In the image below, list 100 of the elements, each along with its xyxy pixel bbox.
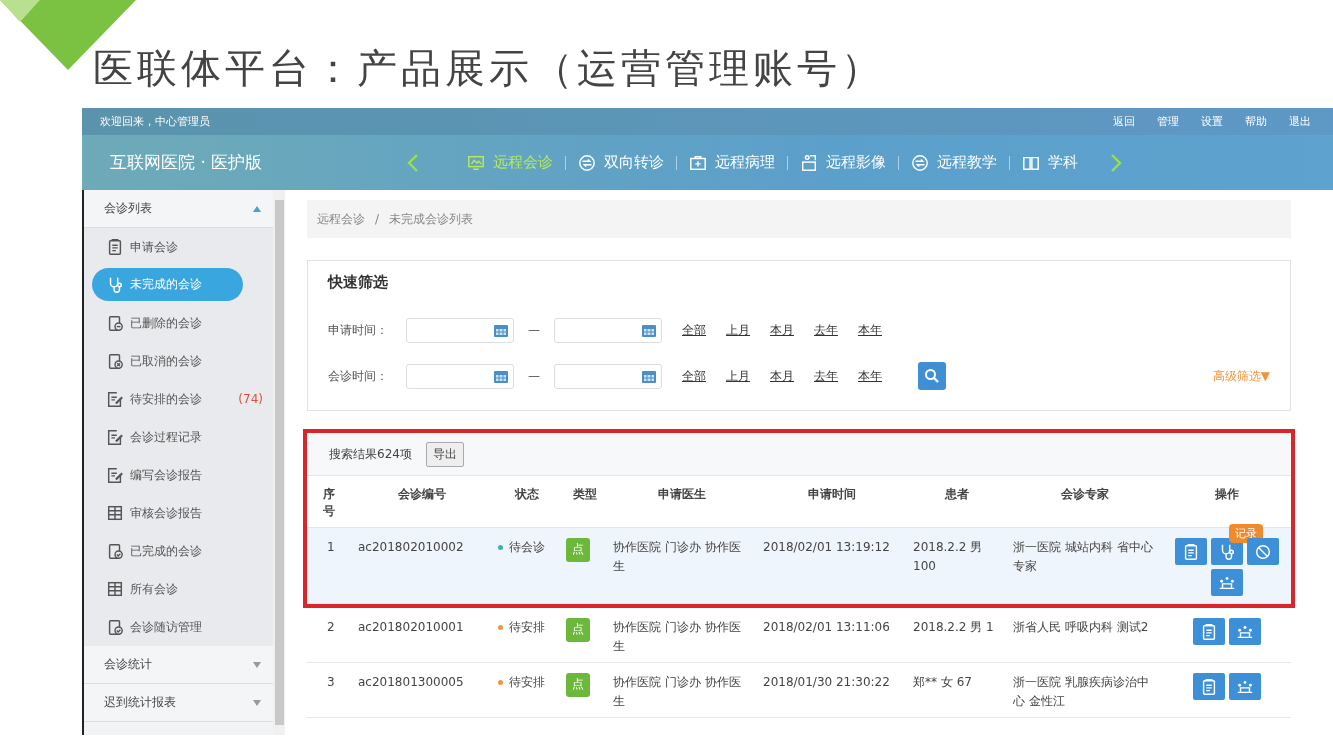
date-preset-link[interactable]: 本年 <box>858 367 882 385</box>
date-preset-link[interactable]: 去年 <box>814 367 838 385</box>
date-preset-link[interactable]: 本年 <box>858 321 882 339</box>
clipboard-check-icon <box>106 618 124 636</box>
action-button[interactable] <box>1193 673 1225 700</box>
search-button[interactable] <box>918 362 946 390</box>
swap-icon <box>911 153 929 172</box>
status-text: 待安排 <box>509 619 545 636</box>
menu-item[interactable]: 待安排的会诊 (74) <box>84 380 273 418</box>
calendar-icon[interactable] <box>641 368 657 384</box>
column-header: 申请时间 <box>807 486 857 503</box>
breadcrumb-item[interactable]: 远程会诊 <box>317 210 365 228</box>
calendar-icon[interactable] <box>493 368 509 384</box>
brand-title: 互联网医院 · 医护版 <box>109 151 264 174</box>
table-cell-text: 浙省人民 呼吸内科 测试2 <box>1012 619 1150 636</box>
clipboard-minus-icon <box>106 314 124 332</box>
table-cell-text: 浙一医院 乳腺疾病诊治中心 金性江 <box>1012 674 1150 711</box>
status-text: 待安排 <box>509 674 545 691</box>
column-header: 操作 <box>1214 486 1240 503</box>
column-header: 申请医生 <box>657 486 707 503</box>
swap-icon <box>578 153 596 172</box>
date-preset-link[interactable]: 去年 <box>814 321 838 339</box>
clipboard-cross-icon <box>106 352 124 370</box>
column-header: 状态 <box>513 486 540 503</box>
action-button[interactable] <box>1193 618 1225 645</box>
table-cell-text: ac201802010002 <box>357 539 465 556</box>
menu-item[interactable]: 所有会诊 <box>84 570 273 608</box>
date-preset-link[interactable]: 上月 <box>726 367 750 385</box>
scrollbar[interactable] <box>273 190 285 735</box>
table-cell-text: ac201802010001 <box>357 619 465 636</box>
monitor-icon <box>467 153 485 172</box>
menu-item[interactable]: 已删除的会诊 <box>84 304 273 342</box>
breadcrumb-separator: / <box>375 212 380 226</box>
table-cell-text: 浙一医院 城站内科 省中心专家 <box>1012 539 1154 576</box>
person-board-icon <box>800 153 818 172</box>
action-button[interactable] <box>1247 538 1279 565</box>
date-field[interactable] <box>554 317 662 343</box>
list-grid-icon <box>106 580 124 598</box>
count-text: (74) <box>238 392 263 406</box>
type-badge: 点 <box>566 538 590 562</box>
action-button[interactable] <box>1175 538 1207 565</box>
date-preset-link[interactable]: 本月 <box>770 367 794 385</box>
chevron-left-icon[interactable] <box>407 152 419 173</box>
edit-icon <box>106 466 124 484</box>
menu-item[interactable]: 审核会诊报告 <box>84 494 273 532</box>
table-cell-text: 协作医院 门诊办 协作医生 <box>612 674 742 711</box>
menu-item[interactable]: 已完成的会诊 <box>84 532 273 570</box>
blocked-icon <box>1254 542 1272 561</box>
column-header: 会诊编号 <box>397 486 447 503</box>
search-icon <box>924 368 940 384</box>
table-cell-text: 2018/02/01 13:19:12 <box>762 539 891 556</box>
date-field[interactable] <box>406 317 514 343</box>
medical-kit-icon <box>689 153 707 172</box>
action-button[interactable] <box>1229 618 1261 645</box>
table-cell-text: 3 <box>326 674 336 691</box>
table-cell-text: 2018/01/30 21:30:22 <box>762 674 891 691</box>
column-header: 患者 <box>944 486 970 503</box>
list-grid-icon <box>106 504 124 522</box>
column-header: 类型 <box>571 486 598 503</box>
date-field[interactable] <box>554 363 662 389</box>
table-cell-text: 协作医院 门诊办 协作医生 <box>612 619 742 656</box>
table-cell-text: ac201801300005 <box>357 674 465 691</box>
clipboard-icon <box>1200 677 1218 696</box>
table-cell-text: 1 <box>326 539 336 556</box>
date-preset-link[interactable]: 全部 <box>682 367 706 385</box>
column-header: 序号 <box>322 486 336 520</box>
action-button[interactable] <box>1229 673 1261 700</box>
slide-title: 医联体平台：产品展示（运营管理账号） <box>93 44 885 88</box>
table-cell-text: 协作医院 门诊办 协作医生 <box>612 539 742 576</box>
calendar-icon[interactable] <box>493 322 509 338</box>
action-button[interactable] <box>1211 569 1243 596</box>
menu-item[interactable]: 会诊过程记录 <box>84 418 273 456</box>
field-label: 申请时间： <box>328 321 389 339</box>
chevron-right-icon[interactable] <box>1110 152 1122 173</box>
range-dash: — <box>528 369 540 383</box>
field-label: 会诊时间： <box>328 367 389 385</box>
welcome-text: 欢迎回来，中心管理员 <box>100 114 211 129</box>
table-cell-text: 2018.2.2 男 100 <box>912 539 984 576</box>
table-cell-text: 2018.2.2 男 1 <box>912 619 995 636</box>
menu-item[interactable]: 已取消的会诊 <box>84 342 273 380</box>
calendar-icon[interactable] <box>641 322 657 338</box>
edit-icon <box>106 428 124 446</box>
result-count: 搜索结果624项 <box>329 445 412 463</box>
date-preset-link[interactable]: 全部 <box>682 321 706 339</box>
range-dash: — <box>528 323 540 337</box>
clipboard-icon <box>1200 622 1218 641</box>
date-preset-link[interactable]: 本月 <box>770 321 794 339</box>
type-badge: 点 <box>566 673 590 697</box>
clipboard-check-icon <box>106 542 124 560</box>
table-cell-text: 2018/02/01 13:11:06 <box>762 619 891 636</box>
menu-item[interactable]: 编写会诊报告 <box>84 456 273 494</box>
export-button[interactable]: 导出 <box>425 441 464 467</box>
date-preset-link[interactable]: 上月 <box>726 321 750 339</box>
table-cell-text: 郑** 女 67 <box>912 674 973 691</box>
type-badge: 点 <box>566 618 590 642</box>
breadcrumb-item: 未完成会诊列表 <box>389 210 474 228</box>
menu-item[interactable]: 申请会诊 <box>84 228 273 266</box>
filter-title: 快速筛选 <box>328 273 388 292</box>
date-field[interactable] <box>406 363 514 389</box>
menu-item[interactable]: 会诊随访管理 <box>84 608 273 646</box>
